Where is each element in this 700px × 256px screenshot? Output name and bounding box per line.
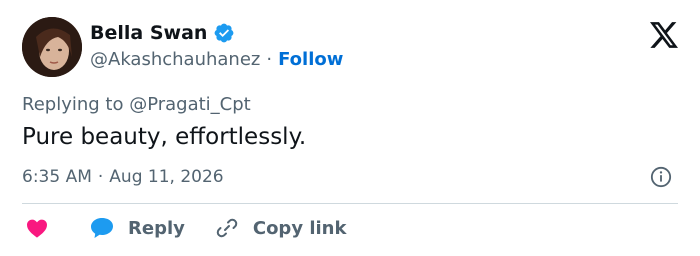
reply-label: Reply <box>128 217 185 239</box>
follow-button[interactable]: Follow <box>278 49 343 70</box>
separator: · <box>97 167 104 187</box>
tweet-date: Aug 11, 2026 <box>109 167 224 187</box>
verified-badge-icon <box>215 23 234 43</box>
tweet-text: Pure beauty, effortlessly. <box>22 124 307 150</box>
timestamp[interactable]: 6:35 AM · Aug 11, 2026 <box>22 167 224 187</box>
author-name[interactable]: Bella Swan <box>90 22 207 44</box>
avatar-image <box>22 17 82 77</box>
link-icon <box>216 218 238 238</box>
copy-link-label: Copy link <box>252 217 347 239</box>
heart-icon[interactable] <box>26 218 48 238</box>
replying-to[interactable]: Replying to @Pragati_Cpt <box>22 94 251 115</box>
reply-button[interactable]: Reply <box>90 217 185 239</box>
copy-link-button[interactable]: Copy link <box>215 216 347 240</box>
author-handle[interactable]: @Akashchauhanez <box>90 49 260 70</box>
tweet-time: 6:35 AM <box>22 167 92 187</box>
handle-row: @Akashchauhanez · Follow <box>90 49 343 70</box>
reply-bubble-icon <box>91 218 113 238</box>
action-bar: Reply Copy link <box>26 216 346 240</box>
avatar[interactable] <box>22 17 82 77</box>
divider <box>22 203 678 204</box>
separator: · <box>266 49 273 70</box>
author-name-row: Bella Swan <box>90 22 235 44</box>
x-logo-icon[interactable] <box>650 22 678 48</box>
info-icon[interactable] <box>650 166 672 188</box>
